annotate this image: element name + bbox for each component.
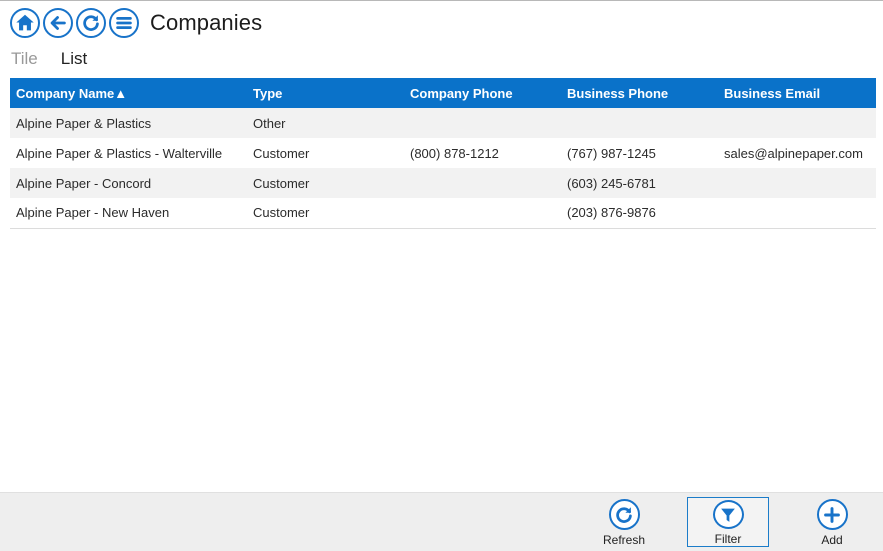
tab-tile[interactable]: Tile <box>11 49 38 69</box>
table-row[interactable]: Alpine Paper - New Haven Customer (203) … <box>10 198 876 229</box>
cell-type: Other <box>247 108 404 138</box>
companies-table: Company Name▲ Type Company Phone Busines… <box>10 78 876 229</box>
cell-business-email[interactable]: sales@alpinepaper.com <box>718 138 876 168</box>
cell-business-phone[interactable]: (603) 245-6781 <box>561 168 718 198</box>
refresh-icon <box>616 506 632 523</box>
column-header-type[interactable]: Type <box>247 78 404 108</box>
command-bar: Refresh Filter Add <box>0 492 883 551</box>
refresh-icon <box>83 15 99 31</box>
table-row[interactable]: Alpine Paper & Plastics Other <box>10 108 876 138</box>
column-header-company-name[interactable]: Company Name▲ <box>10 78 247 108</box>
cell-type: Customer <box>247 168 404 198</box>
cell-business-email[interactable] <box>718 108 876 138</box>
cell-company-name: Alpine Paper & Plastics - Walterville <box>10 138 247 168</box>
page-header: Companies <box>10 7 262 39</box>
home-button[interactable] <box>10 8 40 38</box>
cell-business-email[interactable] <box>718 168 876 198</box>
filter-command-button[interactable]: Filter <box>687 497 769 547</box>
table-row[interactable]: Alpine Paper - Concord Customer (603) 24… <box>10 168 876 198</box>
table-header-row: Company Name▲ Type Company Phone Busines… <box>10 78 876 108</box>
table-row[interactable]: Alpine Paper & Plastics - Walterville Cu… <box>10 138 876 168</box>
view-switcher: Tile List <box>11 49 110 69</box>
refresh-command-button[interactable]: Refresh <box>583 497 665 547</box>
cell-company-phone[interactable] <box>404 168 561 198</box>
refresh-button[interactable] <box>76 8 106 38</box>
cell-company-name: Alpine Paper - New Haven <box>10 198 247 229</box>
top-border <box>0 0 883 1</box>
menu-button[interactable] <box>109 8 139 38</box>
filter-command-label: Filter <box>714 532 742 546</box>
home-icon <box>16 14 34 31</box>
cell-business-phone[interactable] <box>561 108 718 138</box>
cell-business-email[interactable] <box>718 198 876 229</box>
add-command-label: Add <box>821 533 843 547</box>
column-header-company-phone[interactable]: Company Phone <box>404 78 561 108</box>
cell-business-phone[interactable]: (203) 876-9876 <box>561 198 718 229</box>
cell-company-phone[interactable] <box>404 198 561 229</box>
back-arrow-icon <box>50 16 66 30</box>
cell-company-phone[interactable]: (800) 878-1212 <box>404 138 561 168</box>
column-header-business-phone[interactable]: Business Phone <box>561 78 718 108</box>
plus-icon <box>824 506 840 523</box>
tab-list[interactable]: List <box>61 49 87 69</box>
add-command-button[interactable]: Add <box>791 497 873 547</box>
back-button[interactable] <box>43 8 73 38</box>
cell-type: Customer <box>247 198 404 229</box>
refresh-command-label: Refresh <box>602 533 646 547</box>
cell-company-phone[interactable] <box>404 108 561 138</box>
cell-company-name: Alpine Paper - Concord <box>10 168 247 198</box>
cell-business-phone[interactable]: (767) 987-1245 <box>561 138 718 168</box>
filter-icon <box>721 508 735 522</box>
page-title: Companies <box>150 10 263 35</box>
column-header-business-email[interactable]: Business Email <box>718 78 876 108</box>
menu-icon <box>116 17 132 29</box>
cell-type: Customer <box>247 138 404 168</box>
cell-company-name: Alpine Paper & Plastics <box>10 108 247 138</box>
